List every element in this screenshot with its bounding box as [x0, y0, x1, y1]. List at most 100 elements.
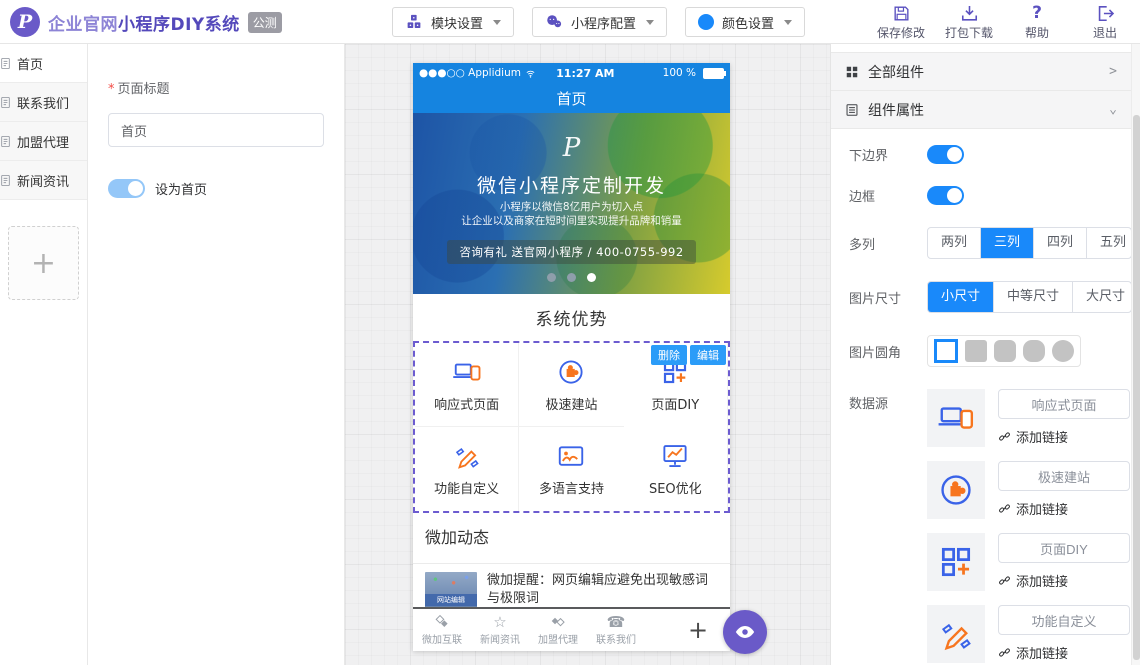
responsive-icon — [452, 357, 482, 387]
tab-label: 联系我们 — [596, 631, 636, 646]
inspector-panel: 全部组件 > 组件属性 ⌄ 下边界 边框 多列 两列 三列 四列 — [830, 44, 1132, 665]
tab-contact[interactable]: ☎ 联系我们 — [587, 609, 645, 651]
border-toggle[interactable] — [927, 186, 964, 205]
save-button[interactable]: 保存修改 — [874, 4, 928, 41]
border-row: 边框 — [849, 186, 1132, 205]
scrollbar-thumb[interactable] — [1133, 115, 1140, 660]
wj-logo-icon — [434, 614, 450, 630]
beta-badge: 公测 — [248, 12, 282, 33]
grid-item-label: 响应式页面 — [434, 394, 499, 413]
add-link-button[interactable]: 添加链接 — [998, 427, 1130, 446]
carousel-dot-active — [587, 273, 596, 282]
tabbar-add-button[interactable]: + — [666, 609, 730, 651]
app-logo-icon: P — [10, 7, 40, 37]
datasource-item: 添加链接 — [927, 605, 1130, 663]
header-toolbar: 模块设置 小程序配置 颜色设置 — [392, 7, 805, 37]
add-link-button[interactable]: 添加链接 — [998, 643, 1130, 662]
component-props-body: 下边界 边框 多列 两列 三列 四列 五列 图片尺寸 小尺寸 — [831, 129, 1132, 665]
module-settings-button[interactable]: 模块设置 — [392, 7, 514, 37]
bottom-border-toggle[interactable] — [927, 145, 964, 164]
image-size-medium[interactable]: 中等尺寸 — [993, 282, 1072, 312]
datasource-title-input[interactable] — [998, 605, 1130, 635]
battery-icon — [703, 68, 724, 79]
edit-badge-button[interactable]: 编辑 — [690, 345, 726, 365]
image-size-small[interactable]: 小尺寸 — [928, 282, 993, 312]
component-props-header[interactable]: 组件属性 ⌄ — [831, 91, 1132, 129]
miniprogram-config-button[interactable]: 小程序配置 — [532, 7, 667, 37]
sidebar-item-news[interactable]: 新闻资讯 — [0, 161, 87, 200]
preview-eye-button[interactable] — [723, 610, 767, 654]
advantages-grid-component[interactable]: 删除 编辑 响应式页面 极速建站 页面DIY 功能自定义 — [413, 341, 730, 513]
download-button[interactable]: 打包下载 — [942, 4, 996, 41]
color-settings-button[interactable]: 颜色设置 — [685, 7, 805, 37]
delete-badge-button[interactable]: 删除 — [651, 345, 687, 365]
datasource-item: 添加链接 — [927, 461, 1130, 519]
page-diy-icon — [937, 543, 975, 581]
radius-option-square-selected[interactable] — [934, 339, 958, 363]
datasource-icon-box — [927, 461, 985, 519]
tab-wj-home[interactable]: 微加互联 — [413, 609, 471, 651]
radius-option-circle[interactable] — [1052, 340, 1074, 362]
radius-option-slight[interactable] — [965, 340, 987, 362]
datasource-title-input[interactable] — [998, 389, 1130, 419]
header-actions: 保存修改 打包下载 ? 帮助 退出 — [874, 4, 1132, 41]
set-home-toggle[interactable] — [108, 179, 145, 198]
page-title-input[interactable] — [108, 113, 324, 147]
phone-tabbar: 微加互联 ☆ 新闻资讯 加盟代理 ☎ 联系我们 + — [413, 607, 730, 651]
radius-option-large[interactable] — [1023, 340, 1045, 362]
grid-item-multi-lang[interactable]: 多语言支持 — [519, 427, 623, 511]
page-label: 首页 — [17, 54, 43, 73]
sidebar-item-agent[interactable]: 加盟代理 — [0, 122, 87, 161]
news-thumb-caption: 网站编辑 — [425, 594, 477, 606]
link-icon — [998, 646, 1011, 659]
columns-option-4[interactable]: 四列 — [1033, 228, 1086, 258]
datasource-icon-box — [927, 389, 985, 447]
columns-segmented: 两列 三列 四列 五列 — [927, 227, 1132, 259]
datasource-title-input[interactable] — [998, 461, 1130, 491]
help-button[interactable]: ? 帮助 — [1010, 4, 1064, 41]
all-components-label: 全部组件 — [868, 62, 924, 82]
add-page-button[interactable]: + — [8, 226, 79, 300]
image-size-large[interactable]: 大尺寸 — [1072, 282, 1132, 312]
app-title-secondary: 小程序DIY系统 — [118, 15, 240, 35]
image-radius-options — [927, 335, 1081, 367]
sidebar-item-contact[interactable]: 联系我们 — [0, 83, 87, 122]
brand: P 企业官网小程序DIY系统 公测 — [10, 7, 282, 37]
datasource-title-input[interactable] — [998, 533, 1130, 563]
seo-icon — [660, 441, 690, 471]
columns-option-5[interactable]: 五列 — [1086, 228, 1132, 258]
datasource-icon-box — [927, 605, 985, 663]
all-components-header[interactable]: 全部组件 > — [831, 52, 1132, 91]
add-link-button[interactable]: 添加链接 — [998, 571, 1130, 590]
banner-carousel[interactable]: P 微信小程序定制开发 小程序以微信8亿用户为切入点 让企业以及商家在短时间里实… — [413, 113, 730, 294]
news-item-title: 微加提醒：网页编辑应避免出现敏感词与极限词 — [487, 572, 718, 608]
sidebar-item-home[interactable]: 首页 — [0, 44, 87, 83]
grid-item-custom-func[interactable]: 功能自定义 — [415, 427, 519, 511]
list-icon — [845, 103, 859, 117]
exit-icon — [1096, 4, 1115, 23]
radius-option-medium[interactable] — [994, 340, 1016, 362]
exit-button[interactable]: 退出 — [1078, 4, 1132, 41]
grid-item-responsive[interactable]: 响应式页面 — [415, 343, 519, 427]
grid-item-seo[interactable]: SEO优化 — [624, 427, 728, 511]
phone-nav-title: 首页 — [556, 88, 586, 109]
datasource-row: 数据源 添加链接 添加链接 — [849, 389, 1132, 665]
chevron-down-icon: ⌄ — [1109, 102, 1117, 117]
grid-item-speed-build[interactable]: 极速建站 — [519, 343, 623, 427]
columns-option-3[interactable]: 三列 — [980, 228, 1033, 258]
phone-icon: ☎ — [607, 614, 626, 630]
image-size-segmented: 小尺寸 中等尺寸 大尺寸 — [927, 281, 1132, 313]
news-list-item[interactable]: 网站编辑 微加提醒：网页编辑应避免出现敏感词与极限词 — [413, 564, 730, 608]
design-canvas: ●●●○○ Applidium 11:27 AM 100 % 首页 P 微信小程… — [345, 44, 830, 665]
add-link-button[interactable]: 添加链接 — [998, 499, 1130, 518]
tab-agent[interactable]: 加盟代理 — [529, 609, 587, 651]
datasource-item: 添加链接 — [927, 389, 1130, 447]
datasource-icon-box — [927, 533, 985, 591]
app-root: P 企业官网小程序DIY系统 公测 模块设置 小程序配置 颜色设置 — [0, 0, 1140, 665]
columns-option-2[interactable]: 两列 — [928, 228, 980, 258]
tab-news[interactable]: ☆ 新闻资讯 — [471, 609, 529, 651]
datasource-label: 数据源 — [849, 389, 927, 412]
page-label: 联系我们 — [17, 93, 69, 112]
status-time: 11:27 AM — [512, 67, 659, 80]
carousel-dot — [547, 273, 556, 282]
